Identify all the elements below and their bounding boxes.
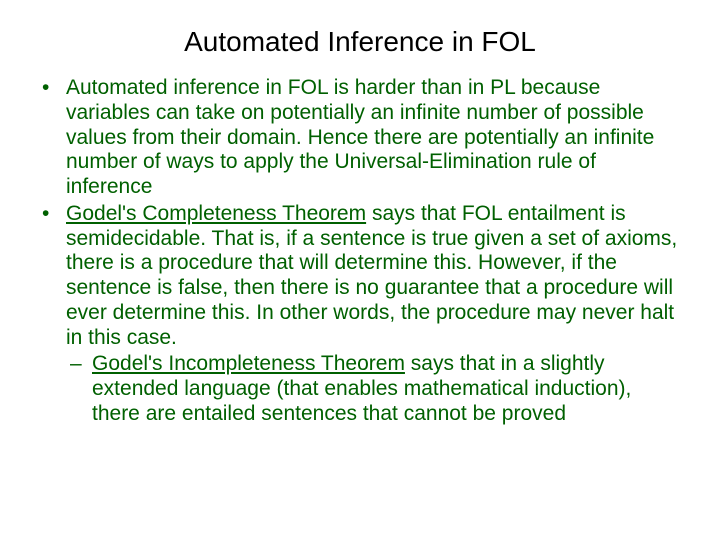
slide: Automated Inference in FOL Automated inf…	[0, 0, 720, 540]
slide-title: Automated Inference in FOL	[30, 26, 690, 58]
bullet-2-term: Godel's Completeness Theorem	[66, 202, 366, 225]
sub-bullet-1-term: Godel's Incompleteness Theorem	[92, 352, 405, 375]
bullet-1: Automated inference in FOL is harder tha…	[36, 76, 684, 200]
bullet-list: Automated inference in FOL is harder tha…	[30, 76, 690, 427]
sub-list: Godel's Incompleteness Theorem says that…	[66, 352, 684, 426]
sub-bullet-1: Godel's Incompleteness Theorem says that…	[66, 352, 684, 426]
bullet-2: Godel's Completeness Theorem says that F…	[36, 202, 684, 427]
bullet-1-text: Automated inference in FOL is harder tha…	[66, 76, 654, 198]
